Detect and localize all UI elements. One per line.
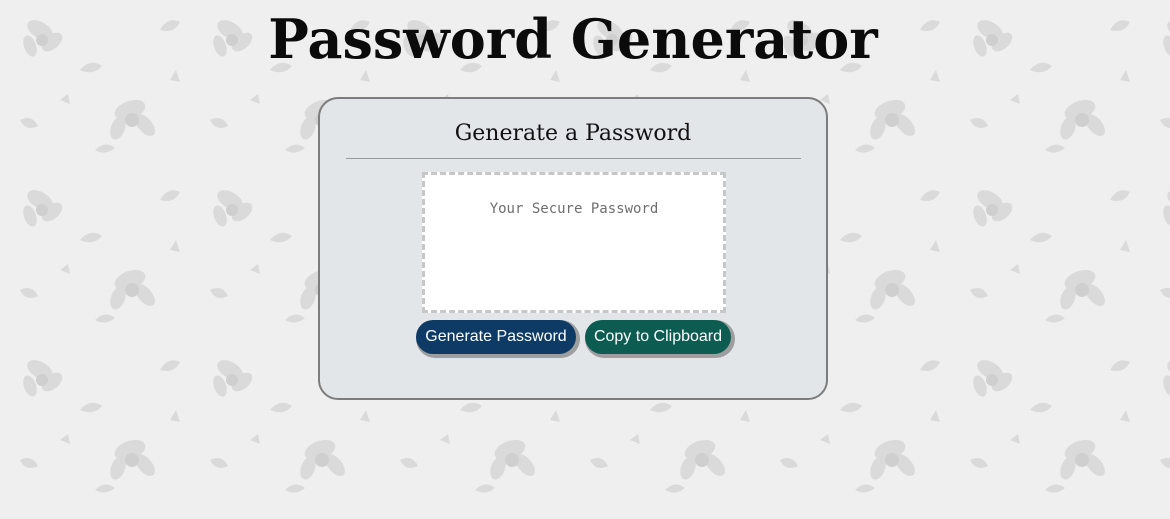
copy-to-clipboard-button[interactable]: Copy to Clipboard bbox=[585, 320, 731, 354]
password-generator-card: Generate a Password Generate Password Co… bbox=[318, 97, 828, 400]
card-divider bbox=[346, 158, 801, 159]
card-header: Generate a Password bbox=[454, 121, 692, 146]
generate-password-button[interactable]: Generate Password bbox=[416, 320, 576, 354]
password-output-field[interactable] bbox=[422, 172, 726, 313]
page-title: Password Generator bbox=[268, 7, 878, 71]
